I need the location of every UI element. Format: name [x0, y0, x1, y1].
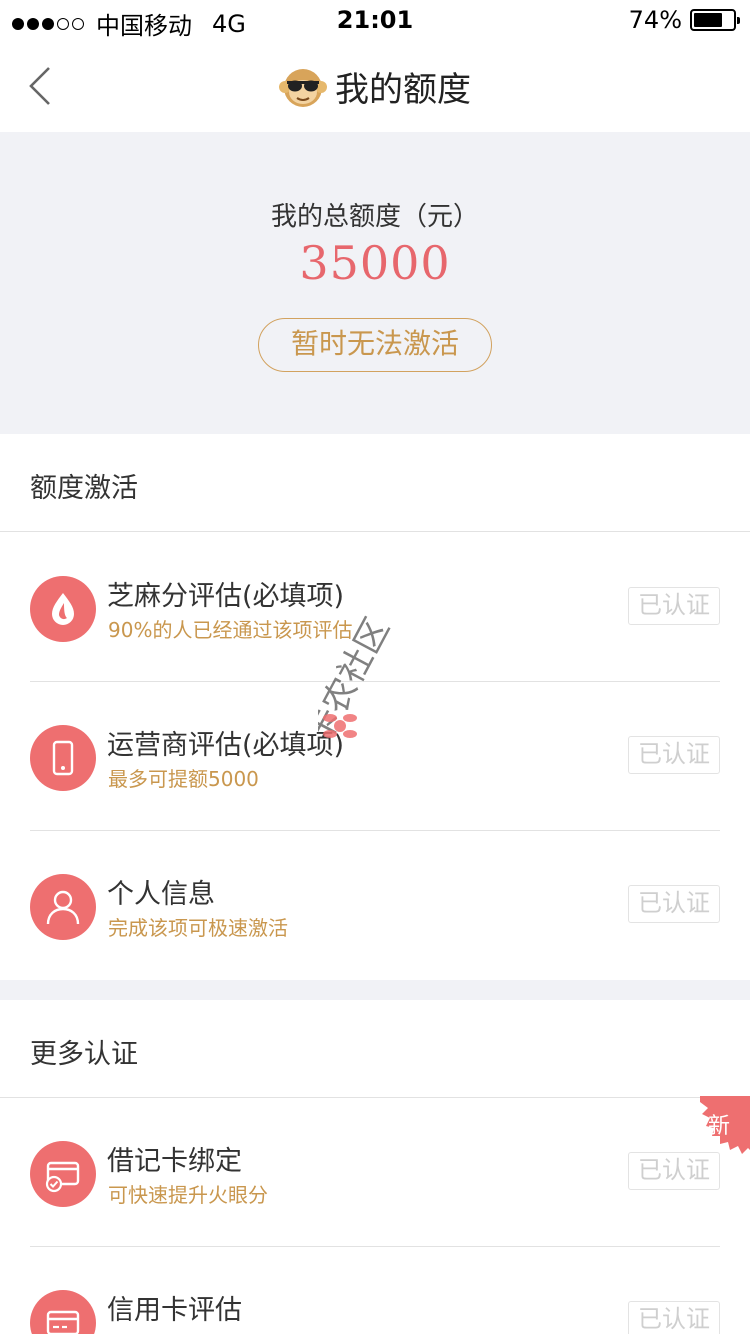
battery-icon: [690, 9, 740, 31]
phone-icon: [30, 725, 96, 791]
battery-info: 74%: [628, 6, 740, 34]
verified-status: 已认证: [628, 587, 720, 625]
divider: [30, 681, 720, 682]
debit-card-icon: [30, 1141, 96, 1207]
sesame-drop-icon: [30, 576, 96, 642]
navigation-bar: 我的额度: [0, 40, 750, 132]
item-title: 个人信息: [107, 879, 215, 910]
item-title: 运营商评估(必填项): [107, 730, 345, 761]
verified-status: 已认证: [628, 1152, 720, 1190]
item-subtitle: 最多可提额5000: [108, 767, 259, 791]
section-title: 更多认证: [30, 1039, 138, 1070]
total-credit-summary: 我的总额度（元） 35000 暂时无法激活: [0, 132, 750, 434]
monkey-sunglasses-icon: [279, 68, 327, 107]
list-item-sesame[interactable]: 芝麻分评估(必填项) 90%的人已经通过该项评估 已认证: [0, 534, 750, 682]
section-gap: [0, 980, 750, 1000]
new-badge-label: 新: [708, 1114, 731, 1139]
item-subtitle: 90%的人已经通过该项评估: [108, 618, 353, 642]
item-title: 信用卡评估: [107, 1295, 242, 1326]
item-title: 芝麻分评估(必填项): [107, 581, 345, 612]
list-item-personal-info[interactable]: 个人信息 完成该项可极速激活 已认证: [0, 832, 750, 980]
list-item-carrier[interactable]: 运营商评估(必填项) 最多可提额5000 已认证: [0, 683, 750, 831]
section-header-more: 更多认证: [0, 1000, 750, 1098]
item-subtitle: 可快速提升火眼分: [108, 1183, 268, 1207]
page-title: 我的额度: [335, 70, 471, 110]
battery-percent: 74%: [628, 6, 682, 34]
divider: [30, 830, 720, 831]
verified-status: 已认证: [628, 885, 720, 923]
section-title: 额度激活: [30, 473, 138, 504]
verified-status: 已认证: [628, 1301, 720, 1334]
item-subtitle: 完成该项可极速激活: [108, 916, 288, 940]
list-item-debit-card[interactable]: 借记卡绑定 可快速提升火眼分 已认证: [0, 1099, 750, 1247]
item-title: 借记卡绑定: [107, 1146, 242, 1177]
divider: [30, 1246, 720, 1247]
person-icon: [30, 874, 96, 940]
nav-title-group: 我的额度: [0, 62, 750, 111]
activate-button[interactable]: 暂时无法激活: [258, 318, 492, 372]
total-credit-label: 我的总额度（元）: [270, 202, 479, 232]
section-header-activation: 额度激活: [0, 434, 750, 532]
total-credit-amount: 35000: [299, 236, 451, 290]
credit-card-icon: [30, 1290, 96, 1334]
verified-status: 已认证: [628, 736, 720, 774]
list-item-credit-card[interactable]: 信用卡评估 已认证: [0, 1248, 750, 1334]
status-bar: 中国移动 4G 21:01 74%: [0, 0, 750, 40]
new-badge: 新: [692, 1096, 750, 1154]
